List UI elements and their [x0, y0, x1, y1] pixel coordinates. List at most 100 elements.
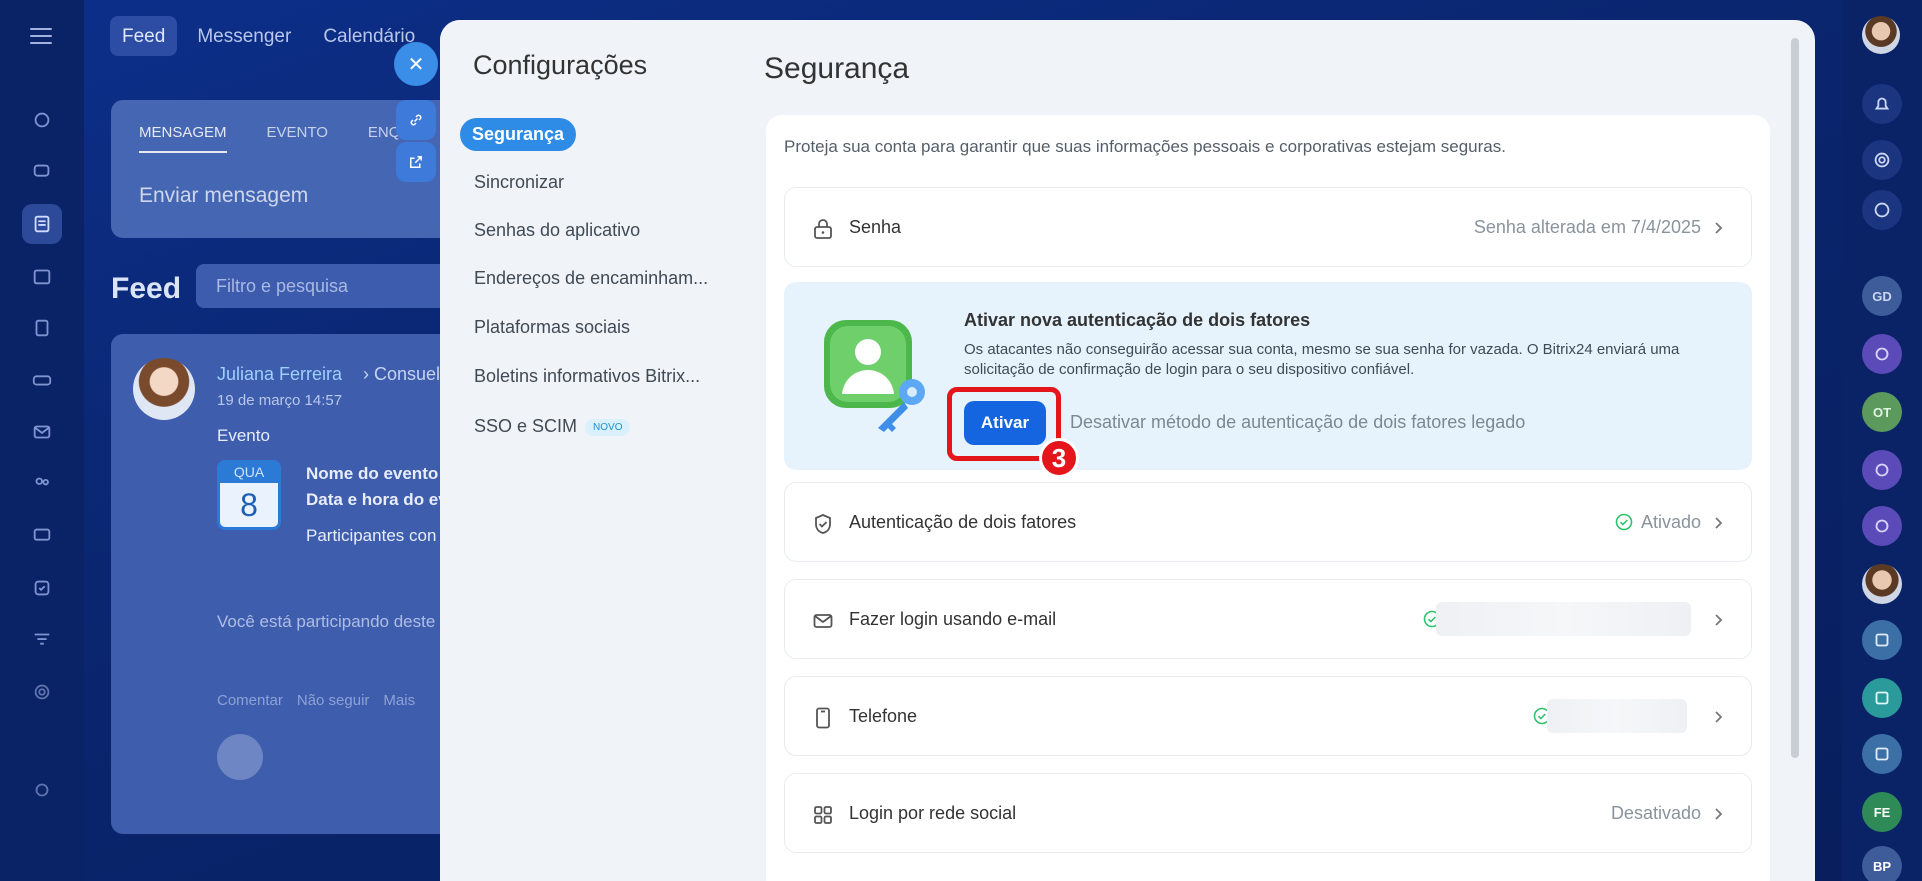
step-marker: 3 — [1039, 438, 1079, 478]
settings-nav-social-platforms[interactable]: Plataformas sociais — [474, 317, 630, 338]
page-title: Segurança — [764, 52, 910, 85]
settings-nav: Configurações Segurança Sincronizar Senh… — [440, 20, 746, 881]
settings-nav-security[interactable]: Segurança — [460, 118, 577, 151]
password-status: Senha alterada em 7/4/2025 — [1473, 217, 1701, 237]
two-factor-label: Autenticação de dois fatores — [849, 512, 1077, 532]
participation-status: Você está participando deste — [217, 612, 436, 631]
settings-nav-sso-label: SSO e SCIM — [474, 416, 578, 436]
phone-icon — [816, 707, 830, 729]
copy-link-button[interactable] — [396, 100, 436, 140]
contact-ot[interactable]: OT — [1862, 392, 1902, 432]
mail-icon[interactable] — [22, 412, 62, 452]
settings-slider: Configurações Segurança Sincronizar Senh… — [440, 20, 1815, 881]
phone-row[interactable]: Telefone — [784, 676, 1752, 756]
contact-avatar[interactable] — [1862, 564, 1902, 604]
contact-channel-1[interactable] — [1862, 334, 1902, 374]
chevron-right-icon — [1715, 222, 1723, 234]
contact-channel-2[interactable] — [1862, 450, 1902, 490]
groups-icon[interactable] — [22, 464, 62, 504]
open-new-window-button[interactable] — [396, 142, 436, 182]
chevron-right-icon — [1715, 614, 1723, 626]
feed-post: Juliana Ferreira › Consuelo 19 de março … — [111, 334, 471, 834]
chevron-right-icon — [1715, 808, 1723, 820]
unfollow-link[interactable]: Não seguir — [297, 692, 370, 709]
channel-icon — [1875, 519, 1889, 533]
calendar-date-icon: QUA 8 — [217, 460, 281, 530]
goals-button[interactable] — [1862, 140, 1902, 180]
activity-icon[interactable] — [22, 100, 62, 140]
task-icon — [1875, 691, 1889, 705]
contact-gd[interactable]: GD — [1862, 276, 1902, 316]
drive-icon[interactable] — [22, 360, 62, 400]
menu-icon[interactable] — [30, 28, 52, 44]
close-slider-button[interactable]: ✕ — [394, 42, 438, 86]
contact-fe[interactable]: FE — [1862, 792, 1902, 832]
settings-gear-icon[interactable] — [22, 770, 62, 810]
target-icon — [1874, 152, 1890, 168]
composer-tab-message[interactable]: MENSAGEM — [139, 124, 227, 153]
disable-legacy-2fa-link[interactable]: Desativar método de autenticação de dois… — [1070, 412, 1525, 433]
tab-messenger[interactable]: Messenger — [185, 16, 303, 56]
email-login-row[interactable]: Fazer login usando e-mail — [784, 579, 1752, 659]
settings-nav-app-passwords[interactable]: Senhas do aplicativo — [474, 220, 640, 241]
filter-icon[interactable] — [22, 620, 62, 660]
composer-tab-event[interactable]: EVENTO — [267, 124, 328, 153]
feed-icon[interactable] — [22, 204, 62, 244]
social-login-row[interactable]: Login por rede social Desativado — [784, 773, 1752, 853]
scrollbar[interactable] — [1791, 38, 1799, 758]
documents-icon[interactable] — [22, 308, 62, 348]
avatar[interactable] — [133, 358, 195, 420]
user-avatar[interactable] — [1862, 16, 1900, 54]
user-key-illustration — [824, 320, 925, 432]
chat-icon[interactable] — [22, 152, 62, 192]
top-navigation: Feed Messenger Calendário — [110, 16, 427, 56]
mail-icon — [813, 614, 833, 628]
chevron-right-icon — [1715, 517, 1723, 529]
new-2fa-title: Ativar nova autenticação de dois fatores — [964, 310, 1311, 330]
post-type: Evento — [217, 426, 270, 445]
settings-title: Configurações — [473, 50, 648, 80]
lock-icon — [814, 219, 832, 239]
more-link[interactable]: Mais — [383, 692, 415, 709]
close-icon: ✕ — [407, 53, 425, 76]
new-2fa-text: Os atacantes não conseguirão acessar sua… — [964, 341, 1680, 378]
task-icon — [1875, 747, 1889, 761]
new-2fa-banner: Ativar nova autenticação de dois fatores… — [784, 282, 1752, 478]
link-icon — [410, 114, 422, 126]
calendar-icon[interactable] — [22, 256, 62, 296]
activate-button[interactable]: Ativar — [964, 401, 1046, 445]
two-factor-status: Ativado — [1640, 512, 1701, 532]
contact-tasks-1[interactable] — [1862, 620, 1902, 660]
contact-channel-3[interactable] — [1862, 506, 1902, 546]
tab-feed[interactable]: Feed — [110, 16, 178, 56]
contact-bp[interactable]: BP — [1862, 846, 1902, 881]
chat-search-button[interactable] — [1862, 190, 1902, 230]
post-recipient[interactable]: › Consuelo — [363, 364, 450, 385]
comment-link[interactable]: Comentar — [217, 692, 283, 709]
channel-icon — [1875, 463, 1889, 477]
tasks-icon[interactable] — [22, 568, 62, 608]
channel-icon — [1875, 347, 1889, 361]
password-row[interactable]: Senha Senha alterada em 7/4/2025 — [784, 187, 1752, 267]
settings-nav-newsletters[interactable]: Boletins informativos Bitrix... — [474, 366, 700, 387]
settings-nav-forwarding[interactable]: Endereços de encaminham... — [474, 268, 708, 289]
bell-icon — [1874, 97, 1890, 110]
post-author[interactable]: Juliana Ferreira — [217, 364, 342, 385]
board-icon[interactable] — [22, 516, 62, 556]
security-description: Proteja sua conta para garantir que suas… — [784, 137, 1506, 156]
contact-tasks-2[interactable] — [1862, 678, 1902, 718]
security-content: Segurança Proteja sua conta para garanti… — [746, 20, 1815, 881]
contact-tasks-3[interactable] — [1862, 734, 1902, 774]
send-message-input[interactable]: Enviar mensagem — [139, 184, 308, 208]
password-label: Senha — [849, 217, 902, 237]
task-icon — [1875, 633, 1889, 647]
email-login-label: Fazer login usando e-mail — [849, 609, 1057, 629]
settings-nav-sso-scim[interactable]: SSO e SCIM NOVO — [474, 416, 631, 437]
feed-filter-input[interactable]: Filtro e pesquisa — [196, 264, 456, 308]
target-icon[interactable] — [22, 672, 62, 712]
notifications-button[interactable] — [1862, 84, 1902, 124]
settings-nav-sync[interactable]: Sincronizar — [474, 172, 564, 193]
calendar-day: 8 — [240, 487, 258, 523]
shield-check-icon — [815, 514, 831, 534]
two-factor-row[interactable]: Autenticação de dois fatores Ativado — [784, 482, 1752, 562]
